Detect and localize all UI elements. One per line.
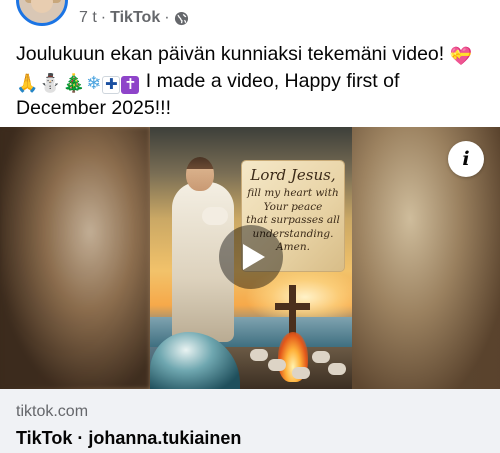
post-text: Joulukuun ekan päivän kunniaksi tekemäni… <box>16 41 486 122</box>
sheep <box>268 359 286 371</box>
info-icon: i <box>462 148 470 170</box>
post-text-line3: December 2025!!! <box>16 97 172 119</box>
post-source[interactable]: TikTok <box>110 9 160 27</box>
scroll-line: Your peace <box>263 200 323 213</box>
finland-flag-icon: ✚ <box>102 76 121 94</box>
sheep <box>328 363 346 375</box>
play-button[interactable] <box>219 225 283 289</box>
avatar[interactable] <box>16 0 68 26</box>
avatar-face <box>31 0 53 13</box>
link-title[interactable]: TikTok · johanna.tukiainen <box>16 428 241 449</box>
post-header: 7 t · TikTok · <box>0 0 500 36</box>
video-media[interactable]: Lord Jesus, fill my heart with Your peac… <box>0 127 500 389</box>
link-domain: tiktok.com <box>16 403 89 420</box>
jesus-head <box>186 157 214 191</box>
lamb <box>202 207 228 225</box>
play-icon <box>243 244 265 270</box>
christmas-tree-icon: 🎄 <box>62 73 86 93</box>
sheep <box>292 367 310 379</box>
blurred-backdrop-left <box>0 127 150 389</box>
post-meta: 7 t · TikTok · <box>79 9 189 27</box>
post-text-line1: Joulukuun ekan päivän kunniaksi tekemäni… <box>16 43 445 65</box>
scroll-title: Lord Jesus, <box>250 166 336 184</box>
wooden-cross-beam <box>275 303 310 310</box>
globe-icon[interactable] <box>174 11 189 26</box>
sheep <box>312 351 330 363</box>
meta-separator: · <box>100 9 107 26</box>
snowman-icon: ⛄ <box>39 73 62 93</box>
post-text-line2: I made a video, Happy first of <box>145 70 400 92</box>
sheep <box>250 349 268 361</box>
folded-hands-icon: 🙏 <box>16 73 39 93</box>
link-preview[interactable]: tiktok.com TikTok · johanna.tukiainen <box>0 389 500 453</box>
post-time[interactable]: 7 t <box>79 9 97 27</box>
snowflake-icon: ❄ <box>86 73 102 93</box>
heart-with-ribbon-icon: 💝 <box>449 46 473 66</box>
meta-separator-2: · <box>164 9 170 26</box>
info-button[interactable]: i <box>448 141 484 177</box>
scroll-line: fill my heart with <box>247 187 339 199</box>
latin-cross-icon: ✝ <box>121 76 140 94</box>
